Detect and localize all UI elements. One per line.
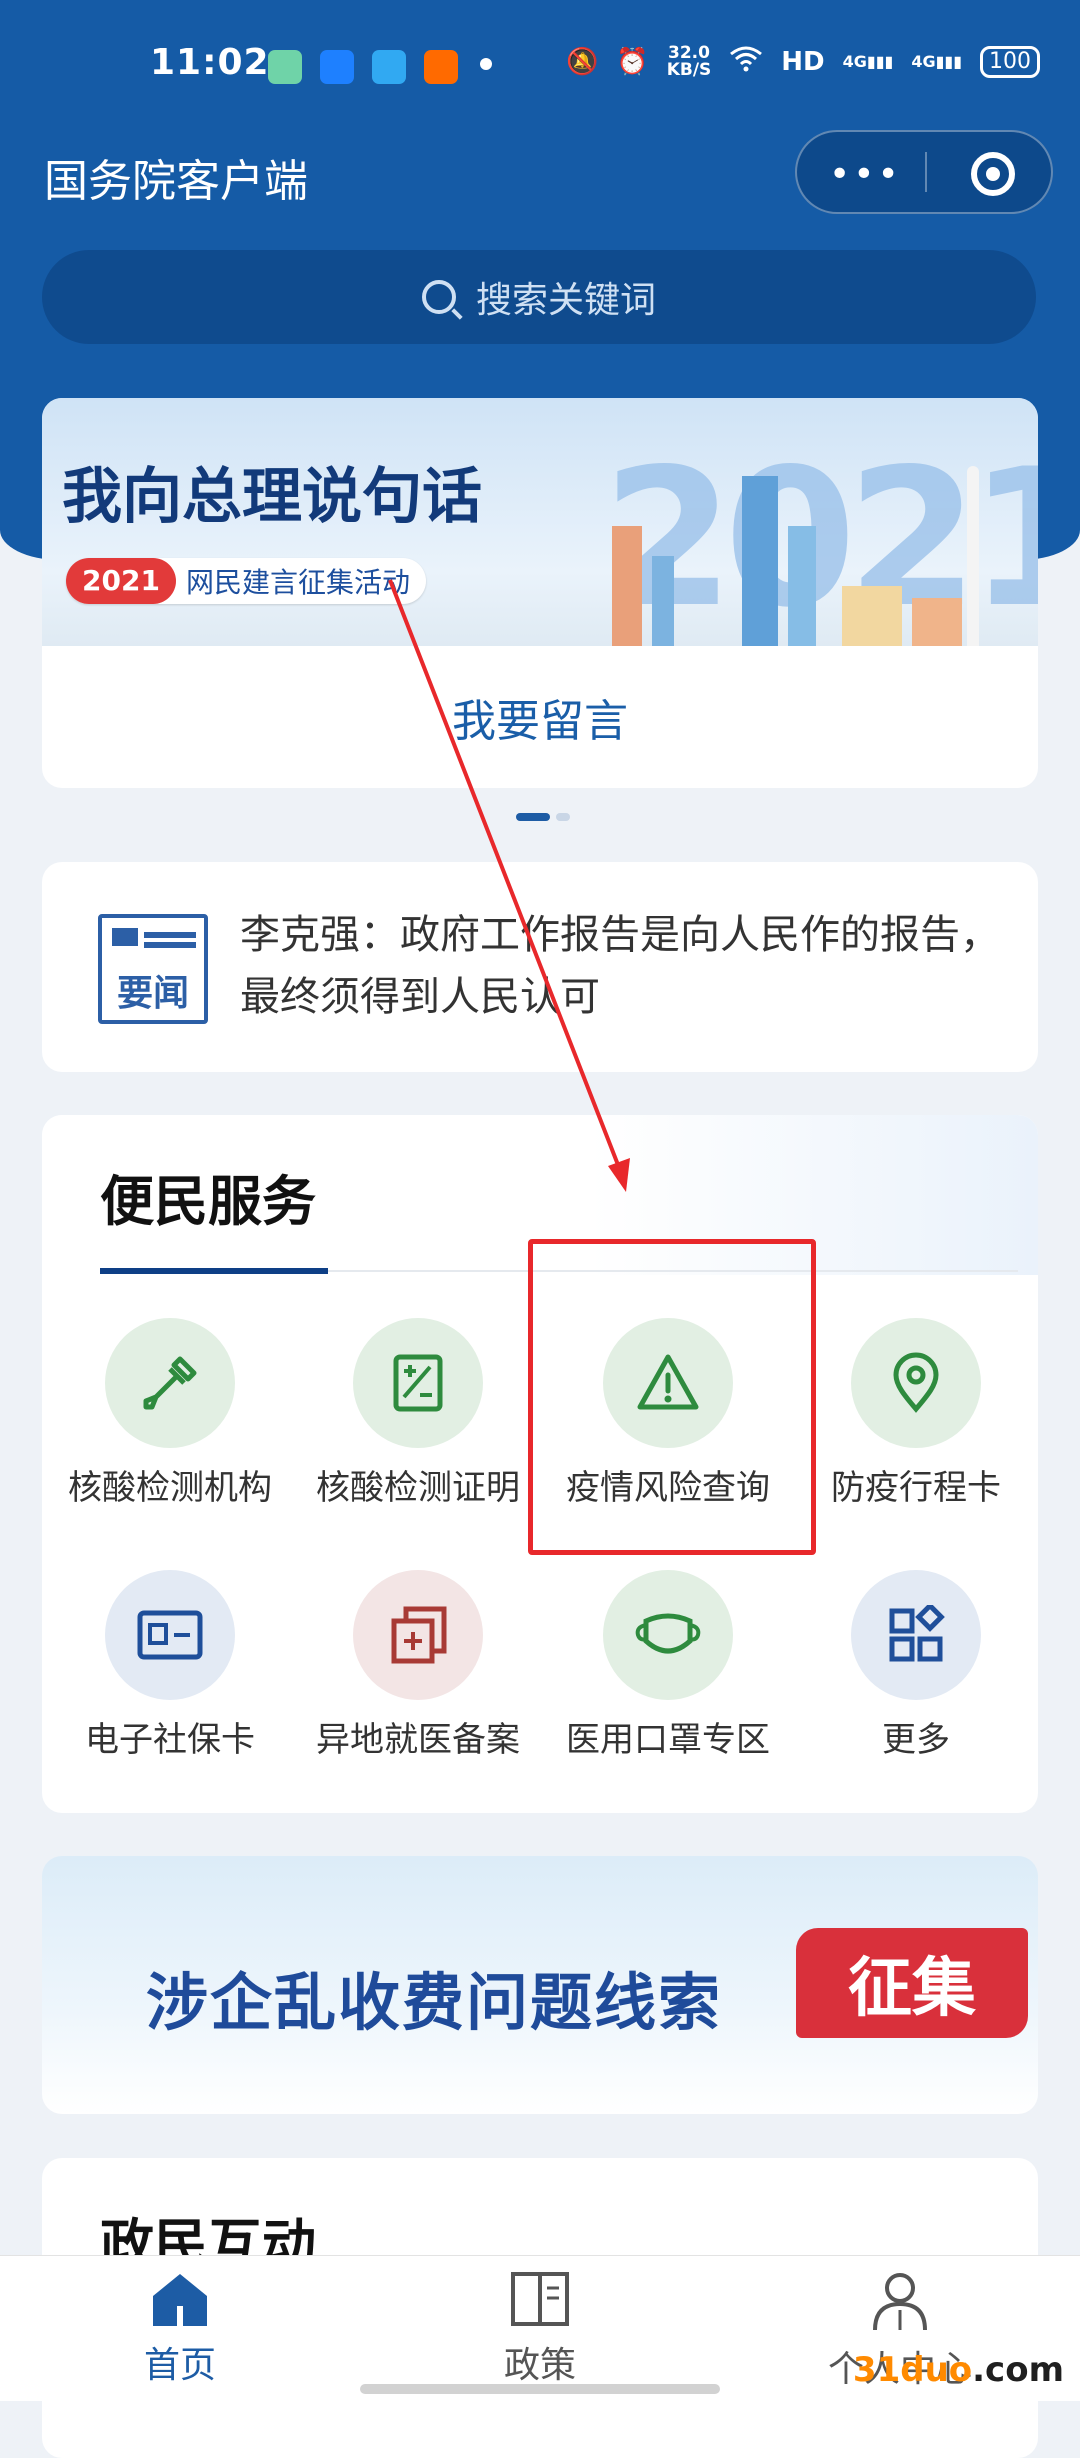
home-indicator <box>360 2384 720 2394</box>
tab-policy[interactable]: 政策 <box>420 2270 660 2388</box>
user-icon <box>873 2273 927 2331</box>
tab-home[interactable]: 首页 <box>60 2270 300 2388</box>
annotation-arrow <box>388 579 630 1192</box>
watermark: 31duo.com <box>852 2350 1064 2390</box>
home-icon <box>153 2274 207 2326</box>
book-icon <box>511 2272 569 2326</box>
